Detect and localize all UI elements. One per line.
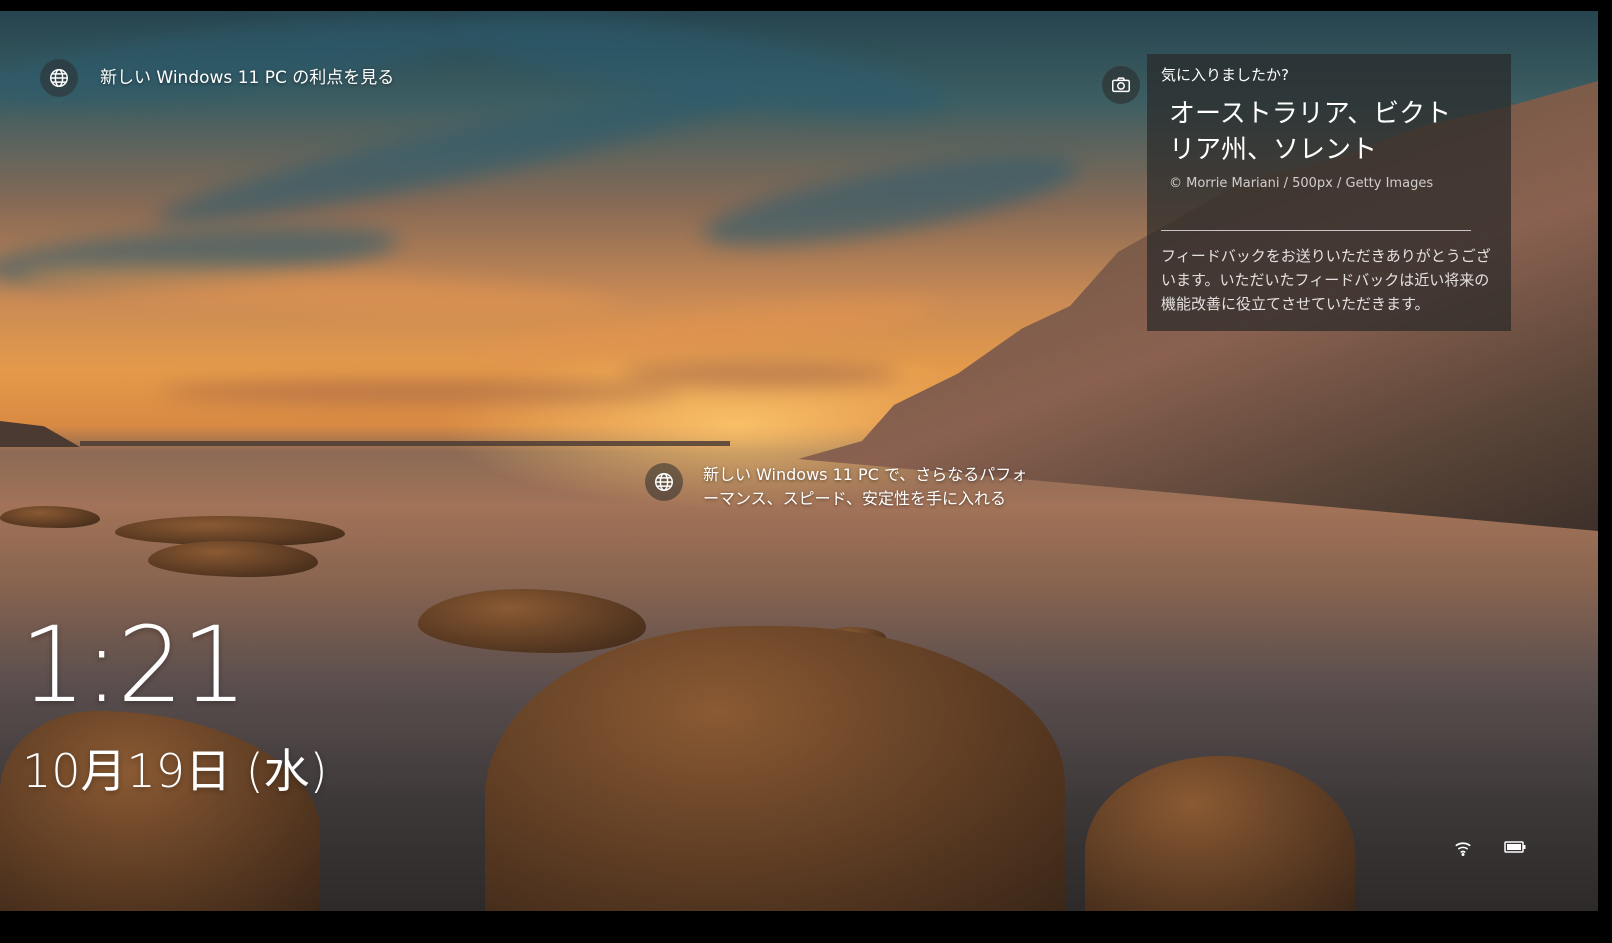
promo-link-top[interactable]: 新しい Windows 11 PC の利点を見る bbox=[40, 59, 394, 97]
sky-streak bbox=[697, 138, 1083, 264]
feedback-thanks-text: フィードバックをお送りいただきありがとうございます。いただいたフィードバックは近… bbox=[1161, 247, 1491, 313]
promo-link-middle[interactable]: 新しい Windows 11 PC で、さらなるパフォーマンス、スピード、安定性… bbox=[645, 463, 1043, 511]
rock bbox=[1085, 756, 1355, 911]
lock-screen[interactable]: 新しい Windows 11 PC の利点を見る 新しい Windows 11 … bbox=[0, 11, 1598, 911]
rock bbox=[418, 589, 646, 653]
sky-streak bbox=[160, 381, 680, 403]
promo-text-middle[interactable]: 新しい Windows 11 PC で、さらなるパフォーマンス、スピード、安定性… bbox=[703, 463, 1043, 511]
horizon bbox=[80, 441, 730, 446]
spotlight-credit: © Morrie Mariani / 500px / Getty Images bbox=[1169, 176, 1434, 191]
promo-text-top[interactable]: 新しい Windows 11 PC の利点を見る bbox=[100, 66, 394, 90]
globe-icon[interactable] bbox=[40, 59, 78, 97]
spotlight-panel: 気に入りましたか? オーストラリア、ビクトリア州、ソレント © Morrie M… bbox=[1147, 54, 1511, 331]
rock bbox=[0, 506, 100, 528]
spotlight-title[interactable]: オーストラリア、ビクトリア州、ソレント bbox=[1169, 96, 1469, 168]
lock-clock-time: 1:21 bbox=[20, 604, 248, 726]
rock bbox=[148, 541, 318, 577]
battery-icon[interactable] bbox=[1500, 834, 1530, 860]
rock bbox=[485, 626, 1065, 911]
sky-streak bbox=[620, 361, 900, 387]
camera-icon[interactable] bbox=[1102, 66, 1140, 104]
distant-headland bbox=[0, 421, 80, 447]
spotlight-question: 気に入りましたか? bbox=[1161, 66, 1289, 84]
lock-clock-date: 10月19日 (水) bbox=[22, 744, 328, 798]
divider bbox=[1161, 230, 1471, 231]
globe-icon[interactable] bbox=[645, 463, 683, 501]
wifi-icon[interactable] bbox=[1448, 834, 1478, 860]
